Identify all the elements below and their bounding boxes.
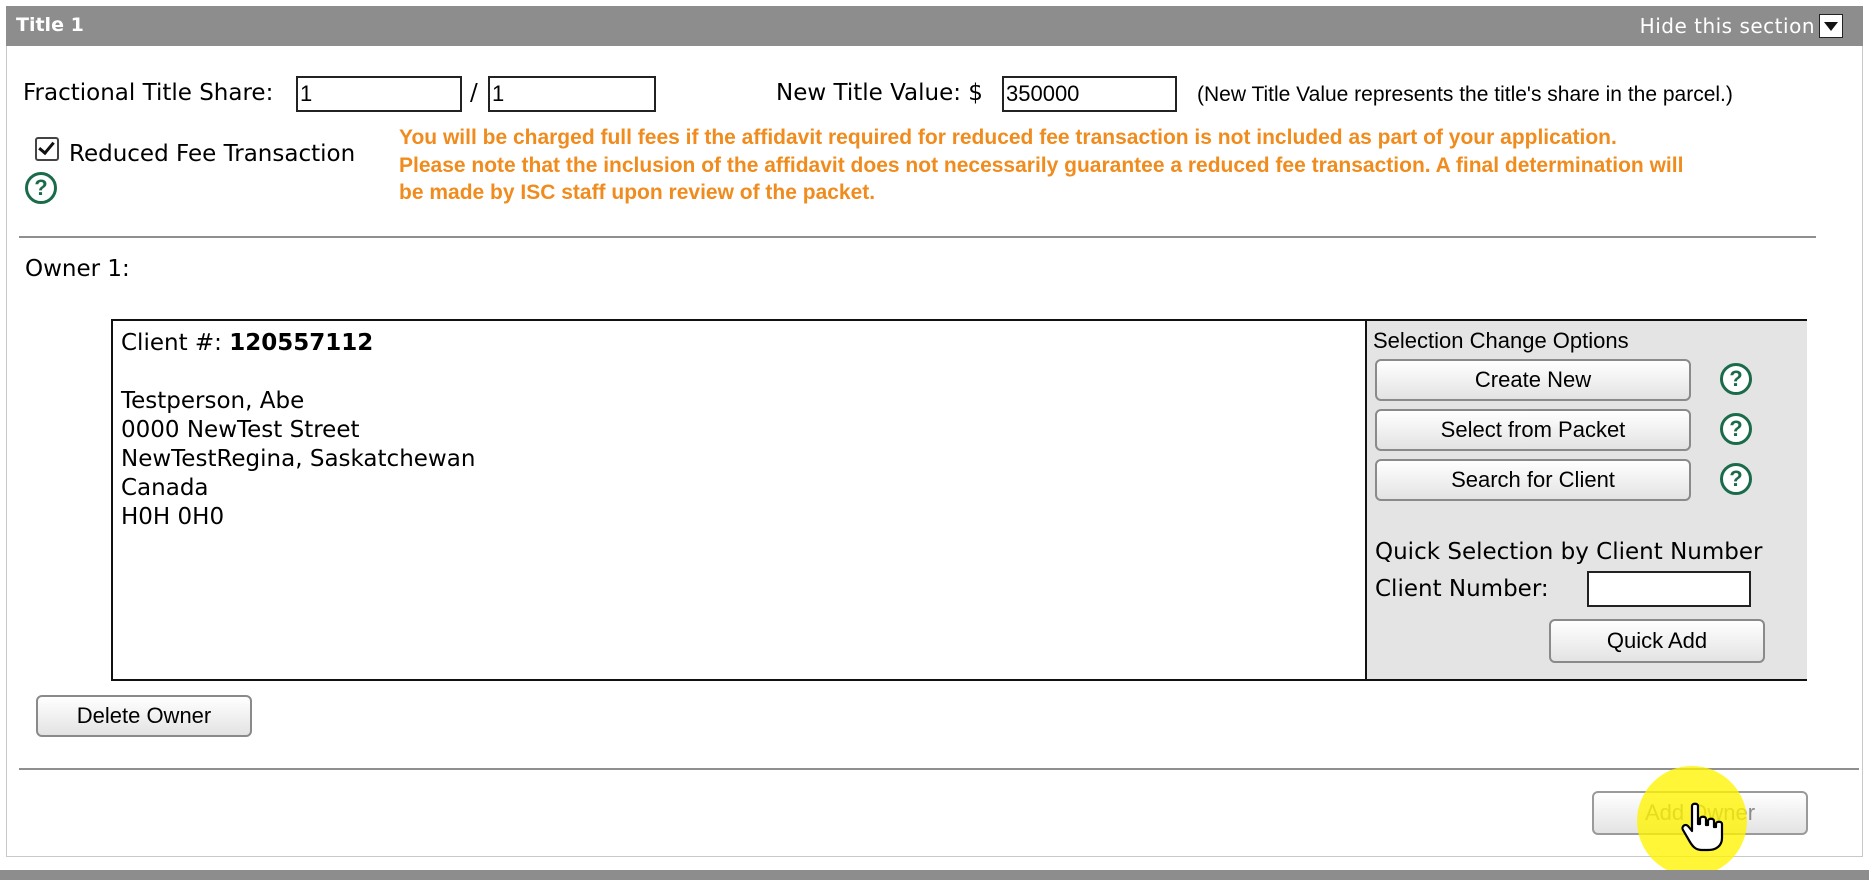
section-header: Title 1 Hide this section [6,6,1863,46]
selection-options-heading: Selection Change Options [1373,328,1629,353]
title-share-numerator-input[interactable] [296,76,462,112]
owner-heading: Owner 1: [25,256,130,282]
client-street: 0000 NewTest Street [121,417,360,443]
owner-card: Client #: 120557112 Testperson, Abe 0000… [111,319,1807,681]
reduced-fee-help-icon[interactable]: ? [25,172,57,204]
delete-owner-button[interactable]: Delete Owner [36,695,252,737]
client-number-value: 120557112 [229,330,374,356]
client-number-row: Client #: 120557112 [121,329,475,358]
client-country: Canada [121,475,209,501]
quick-add-button[interactable]: Quick Add [1549,619,1765,663]
selection-change-options-panel: Selection Change Options Create New ? Se… [1365,321,1807,679]
add-owner-button[interactable]: Add Owner [1592,791,1808,835]
client-number-field-label: Client Number: [1375,576,1549,602]
reduced-fee-checkbox[interactable] [35,137,59,161]
new-title-value-label: New Title Value: $ [776,80,983,106]
client-name: Testperson, Abe [121,388,305,414]
title-share-separator: / [470,80,478,106]
create-new-button[interactable]: Create New [1375,359,1691,401]
hide-section-link[interactable]: Hide this section [1639,13,1843,40]
warning-line-1: You will be charged full fees if the aff… [399,126,1617,149]
search-for-client-button[interactable]: Search for Client [1375,459,1691,501]
title-value-note: (New Title Value represents the title's … [1197,83,1733,106]
create-new-help-icon[interactable]: ? [1720,363,1752,395]
divider-top [19,236,1816,238]
hide-section-label: Hide this section [1639,14,1815,38]
new-title-value-input[interactable] [1002,76,1177,112]
client-info: Client #: 120557112 Testperson, Abe 0000… [121,329,475,532]
reduced-fee-warning: You will be charged full fees if the aff… [399,124,1859,207]
dropdown-arrow-icon[interactable] [1819,13,1843,38]
reduced-fee-label: Reduced Fee Transaction [69,141,356,167]
client-city-province: NewTestRegina, Saskatchewan [121,446,476,472]
page: Title 1 Hide this section Fractional Tit… [0,0,1869,880]
client-number-label: Client #: [121,330,222,356]
divider-bottom [19,768,1859,770]
client-number-input[interactable] [1587,571,1751,607]
select-from-packet-help-icon[interactable]: ? [1720,413,1752,445]
warning-line-2: Please note that the inclusion of the af… [399,153,1684,177]
bottom-bar [0,870,1869,880]
select-from-packet-button[interactable]: Select from Packet [1375,409,1691,451]
client-postal-code: H0H 0H0 [121,504,225,530]
fractional-title-share-label: Fractional Title Share: [23,80,274,106]
search-for-client-help-icon[interactable]: ? [1720,463,1752,495]
warning-line-3: be made by ISC staff upon review of the … [399,181,876,204]
quick-selection-heading: Quick Selection by Client Number [1375,539,1763,565]
section-title: Title 1 [16,14,84,36]
title-share-denominator-input[interactable] [488,76,656,112]
